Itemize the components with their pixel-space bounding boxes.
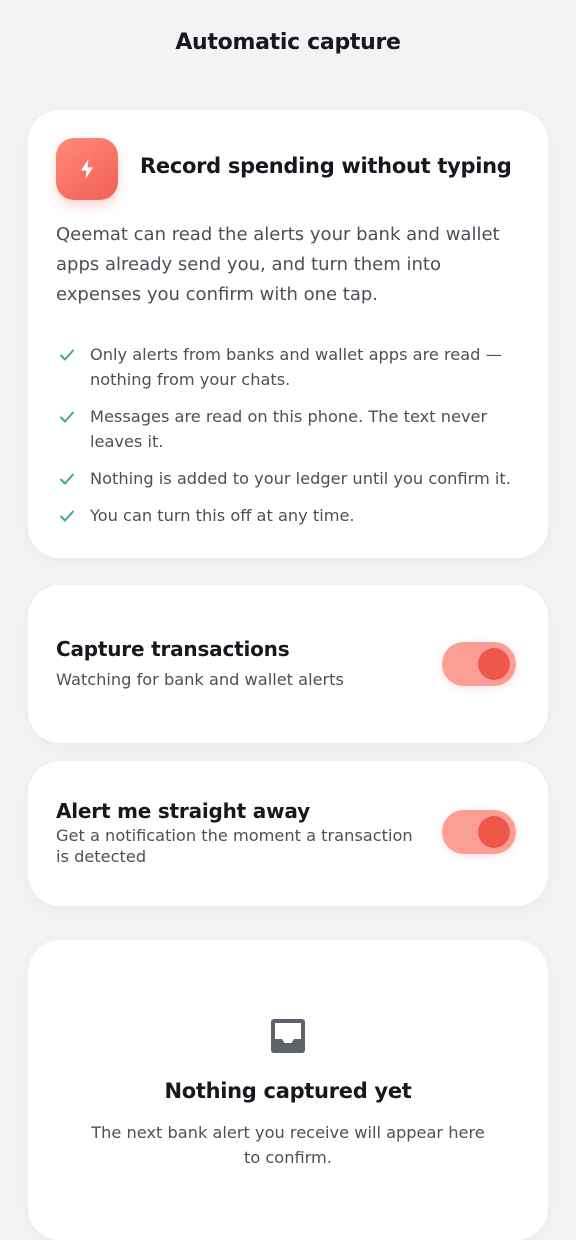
captured-list-empty-card: Nothing captured yet The next bank alert…: [28, 940, 548, 1240]
alert-me-subtitle: Get a notification the moment a transact…: [56, 826, 413, 866]
alert-me-toggle[interactable]: [442, 810, 516, 854]
check-icon: [60, 411, 74, 423]
checklist-item-text: Messages are read on this phone. The tex…: [90, 407, 488, 451]
checklist-item-text: Only alerts from banks and wallet apps a…: [90, 345, 502, 389]
capture-transactions-card: Capture transactions Watching for bank a…: [28, 585, 548, 743]
inbox-tray-icon: [271, 1019, 305, 1053]
page-title: Automatic capture: [175, 30, 401, 55]
alert-me-title: Alert me straight away: [56, 799, 310, 823]
toggle-knob: [478, 648, 510, 680]
toggle-knob: [478, 816, 510, 848]
empty-state-description: The next bank alert you receive will app…: [91, 1123, 485, 1167]
intro-card: Record spending without typing Qeemat ca…: [28, 110, 548, 558]
capture-transactions-toggle[interactable]: [442, 642, 516, 686]
checklist-item-text: Nothing is added to your ledger until yo…: [90, 469, 511, 488]
capture-transactions-title: Capture transactions: [56, 637, 290, 661]
check-icon: [60, 510, 74, 522]
checklist-item: You can turn this off at any time.: [58, 503, 528, 528]
intro-description: Qeemat can read the alerts your bank and…: [56, 224, 500, 305]
alert-me-card: Alert me straight away Get a notificatio…: [28, 761, 548, 906]
capture-transactions-subtitle: Watching for bank and wallet alerts: [56, 670, 344, 689]
lightning-bolt-icon: [56, 138, 118, 200]
intro-title: Record spending without typing: [140, 154, 512, 178]
checklist-item: Messages are read on this phone. The tex…: [58, 404, 528, 454]
check-icon: [60, 473, 74, 485]
checklist-item: Only alerts from banks and wallet apps a…: [58, 342, 528, 392]
privacy-checklist: Only alerts from banks and wallet apps a…: [58, 342, 528, 540]
checklist-item: Nothing is added to your ledger until yo…: [58, 466, 528, 491]
empty-state-title: Nothing captured yet: [164, 1079, 412, 1103]
check-icon: [60, 349, 74, 361]
checklist-item-text: You can turn this off at any time.: [90, 506, 355, 525]
